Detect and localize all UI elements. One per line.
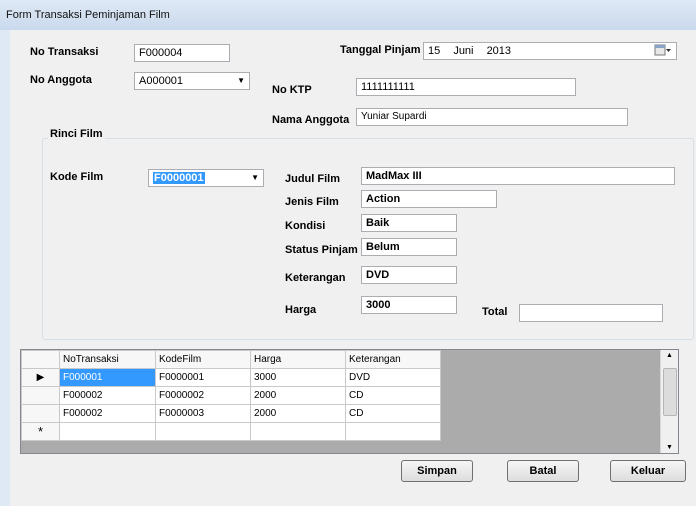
no-ktp-label: No KTP [272, 84, 312, 96]
no-ktp-field[interactable]: 1111111111 [356, 78, 576, 96]
nama-anggota-field[interactable]: Yuniar Supardi [356, 108, 628, 126]
no-anggota-label: No Anggota [30, 74, 92, 86]
jenis-film-field[interactable]: Action [361, 190, 497, 208]
table-cell[interactable]: 3000 [250, 368, 346, 387]
calendar-icon[interactable] [654, 43, 672, 59]
table-cell[interactable]: F000001 [59, 368, 156, 387]
no-anggota-value: A000001 [139, 75, 184, 87]
harga-field[interactable]: 3000 [361, 296, 457, 314]
simpan-button[interactable]: Simpan [401, 460, 473, 482]
scroll-thumb[interactable] [663, 368, 677, 416]
no-transaksi-field[interactable]: F000004 [134, 44, 230, 62]
scroll-down-icon[interactable]: ▼ [666, 444, 673, 451]
table-cell[interactable]: F0000001 [155, 368, 251, 387]
table-cell[interactable]: DVD [345, 368, 441, 387]
transaksi-grid[interactable]: NoTransaksi KodeFilm Harga Keterangan ▶ … [20, 349, 679, 454]
kondisi-field[interactable]: Baik [361, 214, 457, 232]
scroll-up-icon[interactable]: ▲ [666, 352, 673, 359]
grid-vertical-scrollbar[interactable]: ▲ ▼ [660, 350, 678, 453]
table-row[interactable]: ▶ F000001 F0000001 3000 DVD [21, 368, 441, 387]
table-cell[interactable]: 2000 [250, 386, 346, 405]
table-cell[interactable] [155, 422, 251, 441]
new-row-icon[interactable]: * [21, 422, 60, 441]
table-cell[interactable] [250, 422, 346, 441]
tanggal-day: 15 [428, 45, 441, 57]
window-title: Form Transaksi Peminjaman Film [6, 9, 170, 21]
table-cell[interactable]: CD [345, 404, 441, 423]
column-header-notransaksi[interactable]: NoTransaksi [59, 350, 156, 369]
keterangan-field[interactable]: DVD [361, 266, 457, 284]
keterangan-label: Keterangan [285, 272, 346, 284]
total-label: Total [482, 306, 508, 318]
no-anggota-combo[interactable]: A000001 ▼ [134, 72, 250, 90]
row-header-corner [21, 350, 60, 369]
table-cell[interactable]: F0000002 [155, 386, 251, 405]
title-bar: Form Transaksi Peminjaman Film [0, 0, 696, 31]
tanggal-year: 2013 [486, 45, 512, 57]
table-row[interactable]: F000002 F0000002 2000 CD [21, 386, 441, 405]
grid-header-row: NoTransaksi KodeFilm Harga Keterangan [21, 350, 441, 369]
kode-film-value: F0000001 [153, 172, 205, 184]
kode-film-label: Kode Film [50, 171, 104, 183]
jenis-film-label: Jenis Film [285, 196, 339, 208]
table-cell[interactable]: F000002 [59, 404, 156, 423]
keluar-button[interactable]: Keluar [610, 460, 686, 482]
judul-film-label: Judul Film [285, 173, 340, 185]
column-header-kodefilm[interactable]: KodeFilm [155, 350, 251, 369]
row-header[interactable] [21, 404, 60, 423]
tanggal-month: Juni [453, 45, 474, 57]
column-header-harga[interactable]: Harga [250, 350, 346, 369]
total-field[interactable] [519, 304, 663, 322]
tanggal-pinjam-picker[interactable]: 15 Juni 2013 [423, 42, 677, 60]
table-row-new[interactable]: * [21, 422, 441, 441]
nama-anggota-label: Nama Anggota [272, 114, 350, 126]
status-pinjam-label: Status Pinjam [285, 244, 358, 256]
chevron-down-icon[interactable]: ▼ [251, 170, 259, 186]
table-cell[interactable]: F000002 [59, 386, 156, 405]
table-cell[interactable] [345, 422, 441, 441]
table-cell[interactable]: CD [345, 386, 441, 405]
table-cell[interactable] [59, 422, 156, 441]
table-cell[interactable]: 2000 [250, 404, 346, 423]
rinci-film-title: Rinci Film [48, 128, 105, 140]
table-row[interactable]: F000002 F0000003 2000 CD [21, 404, 441, 423]
grid-table: NoTransaksi KodeFilm Harga Keterangan ▶ … [21, 350, 441, 441]
main-window: Form Transaksi Peminjaman Film No Transa… [0, 0, 696, 506]
kondisi-label: Kondisi [285, 220, 326, 232]
harga-label: Harga [285, 304, 317, 316]
judul-film-field[interactable]: MadMax III [361, 167, 675, 185]
chevron-down-icon[interactable]: ▼ [237, 73, 245, 89]
kode-film-combo[interactable]: F0000001 ▼ [148, 169, 264, 187]
window-frame [0, 30, 10, 506]
batal-button[interactable]: Batal [507, 460, 579, 482]
table-cell[interactable]: F0000003 [155, 404, 251, 423]
status-pinjam-field[interactable]: Belum [361, 238, 457, 256]
column-header-keterangan[interactable]: Keterangan [345, 350, 441, 369]
current-row-icon[interactable]: ▶ [21, 368, 60, 387]
row-header[interactable] [21, 386, 60, 405]
no-transaksi-label: No Transaksi [30, 46, 99, 58]
tanggal-pinjam-label: Tanggal Pinjam [340, 44, 421, 56]
